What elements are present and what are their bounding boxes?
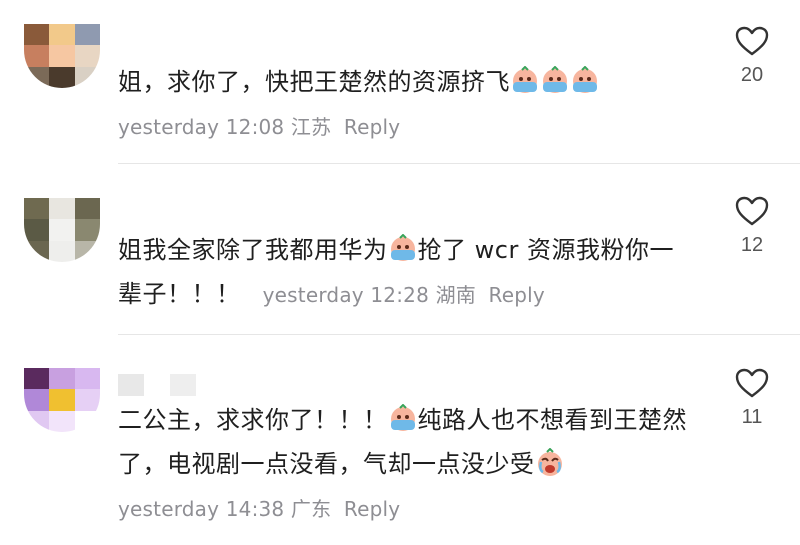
comment-time: yesterday 12:08 [118, 115, 285, 139]
crying-face-icon [573, 66, 597, 93]
avatar-pixel [49, 368, 75, 390]
reply-button[interactable]: Reply [344, 115, 400, 139]
avatar-pixel [74, 66, 100, 88]
avatar[interactable] [24, 368, 100, 432]
comment-location: 湖南 [435, 283, 476, 307]
avatar-pixel [49, 45, 75, 67]
like-count: 12 [740, 234, 764, 256]
divider [118, 334, 800, 335]
crying-face-icon [543, 66, 567, 93]
comment-location: 广东 [290, 497, 332, 521]
username-blurred[interactable] [118, 374, 196, 396]
avatar-pixel [24, 219, 50, 241]
avatar[interactable] [24, 198, 100, 262]
sobbing-face-icon [537, 448, 562, 476]
comment-time: yesterday 12:28 [262, 283, 429, 307]
crying-face-icon [513, 66, 537, 93]
like-area[interactable]: 11 [722, 368, 782, 429]
avatar-pixel [24, 410, 50, 432]
divider [118, 163, 800, 164]
comment-time: yesterday 14:38 [118, 497, 285, 521]
username-pixel [118, 26, 144, 48]
avatar-pixel [49, 240, 75, 262]
avatar-pixel [74, 45, 100, 67]
comment-location: 江苏 [290, 115, 332, 139]
avatar-pixel [74, 410, 100, 432]
avatar-pixel [49, 389, 75, 411]
comment-text: 姐我全家除了我都用华为 抢了 wcr 资源我粉你一辈子！！！ yesterday … [118, 228, 698, 317]
comment-body: 二公主，求求你了！！！ [118, 406, 388, 434]
avatar-pixel [74, 240, 100, 262]
comment-meta: yesterday 12:08 江苏 Reply [118, 115, 400, 139]
avatar-pixel [24, 198, 50, 220]
avatar-pixel [74, 219, 100, 241]
reply-button[interactable]: Reply [344, 497, 400, 521]
comment-body: 姐我全家除了我都用华为 [118, 236, 388, 264]
comment-meta: yesterday 14:38 广东 Reply [118, 497, 400, 521]
heart-icon[interactable] [735, 26, 769, 56]
crying-face-icon [390, 234, 415, 261]
comment-body: 姐，求你了，快把王楚然的资源挤飞 [118, 68, 510, 96]
avatar-pixel [49, 410, 75, 432]
avatar-pixel [24, 368, 50, 390]
avatar-pixel [74, 24, 100, 46]
avatar[interactable] [24, 24, 100, 88]
avatar-pixel [74, 198, 100, 220]
like-area[interactable]: 12 [722, 196, 782, 257]
avatar-pixel [49, 24, 75, 46]
like-area[interactable]: 20 [722, 26, 782, 87]
like-count: 11 [741, 406, 763, 428]
like-count: 20 [740, 64, 764, 86]
comment-text: 二公主，求求你了！！！ 纯路人也不想看到王楚然了，电视剧一点没看，气却一点没少受 … [118, 398, 698, 531]
avatar-pixel [24, 45, 50, 67]
username-pixel [118, 374, 144, 396]
comment-meta: yesterday 12:28 湖南 Reply [263, 283, 545, 307]
heart-icon[interactable] [735, 368, 769, 398]
reply-button[interactable]: Reply [489, 283, 545, 307]
avatar-pixel [49, 219, 75, 241]
avatar-pixel [49, 66, 75, 88]
comment-text: 姐，求你了，快把王楚然的资源挤飞 yesterday 12:08 江苏 Repl… [118, 60, 698, 149]
avatar-pixel [24, 24, 50, 46]
avatar-pixel [24, 240, 50, 262]
avatar-pixel [24, 66, 50, 88]
avatar-pixel [74, 368, 100, 390]
username-pixel [144, 26, 152, 48]
avatar-pixel [49, 198, 75, 220]
crying-face-icon [390, 404, 415, 431]
heart-icon[interactable] [735, 196, 769, 226]
avatar-pixel [24, 389, 50, 411]
username-pixel [170, 374, 196, 396]
username-pixel [144, 374, 170, 396]
username-blurred[interactable] [118, 26, 152, 48]
avatar-pixel [74, 389, 100, 411]
